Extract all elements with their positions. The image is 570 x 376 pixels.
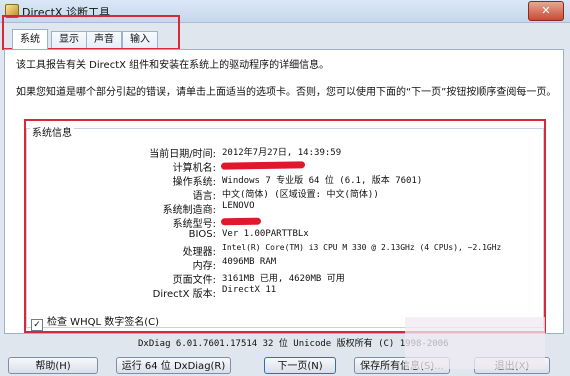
info-value: 2012年7月27日, 14:39:59 — [222, 148, 342, 158]
whql-label: 检查 WHQL 数字签名(C) — [47, 317, 159, 328]
info-key: 页面文件: — [172, 275, 216, 286]
info-row-language: 语言: 中文(简体) (区域设置: 中文(简体)) — [0, 187, 570, 202]
info-value: Intel(R) Core(TM) i3 CPU M 330 @ 2.13GHz… — [222, 243, 502, 252]
info-row-os: 操作系统: Windows 7 专业版 64 位 (6.1, 版本 7601) — [0, 173, 570, 188]
info-row-model: 系统型号: — [0, 215, 570, 230]
info-key: 处理器: — [182, 247, 216, 258]
close-button[interactable]: ✕ — [528, 1, 564, 21]
redaction-mark — [220, 161, 306, 170]
next-page-button[interactable]: 下一页(N) — [264, 357, 336, 374]
info-value: 4096MB RAM — [222, 257, 277, 267]
info-key: 操作系统: — [172, 177, 216, 188]
info-key: 当前日期/时间: — [149, 149, 216, 160]
info-row-bios: BIOS: Ver 1.00PARTTBLx — [0, 229, 570, 243]
watermark-overlay — [405, 317, 545, 369]
info-value: DirectX 11 — [222, 285, 277, 295]
help-button[interactable]: 帮助(H) — [8, 357, 98, 374]
tab-system[interactable]: 系统 — [12, 29, 48, 50]
tab-input[interactable]: 输入 — [122, 31, 158, 48]
info-key: DirectX 版本: — [152, 289, 216, 300]
info-row-computer-name: 计算机名: — [0, 159, 570, 174]
info-row-pagefile: 页面文件: 3161MB 已用, 4620MB 可用 — [0, 271, 570, 286]
tab-display[interactable]: 显示 — [51, 31, 87, 48]
info-row-memory: 内存: 4096MB RAM — [0, 257, 570, 272]
info-value: Windows 7 专业版 64 位 (6.1, 版本 7601) — [222, 176, 423, 186]
info-row-processor: 处理器: Intel(R) Core(TM) i3 CPU M 330 @ 2.… — [0, 243, 570, 258]
info-key: 计算机名: — [172, 163, 216, 174]
info-key: 系统制造商: — [162, 205, 216, 216]
info-row-directx: DirectX 版本: DirectX 11 — [0, 285, 570, 300]
intro-text-1: 该工具报告有关 DirectX 组件和安装在系统上的驱动程序的详细信息。 — [16, 60, 330, 71]
redaction-mark — [220, 217, 262, 226]
version-footer: DxDiag 6.01.7601.17514 32 位 Unicode 版权所有… — [138, 339, 449, 349]
whql-checkbox[interactable]: ✓ 检查 WHQL 数字签名(C) — [31, 313, 159, 331]
info-key: 内存: — [192, 261, 216, 272]
info-value: 3161MB 已用, 4620MB 可用 — [222, 274, 345, 284]
checkbox-checked-icon[interactable]: ✓ — [31, 319, 43, 331]
intro-text-2: 如果您知道是哪个部分引起的错误，请单击上面适当的选项卡。否则，您可以使用下面的“… — [16, 87, 557, 98]
info-value: LENOVO — [222, 201, 255, 211]
info-key: 系统型号: — [172, 219, 216, 230]
info-row-manufacturer: 系统制造商: LENOVO — [0, 201, 570, 216]
info-key: 语言: — [192, 191, 216, 202]
run-64bit-dxdiag-button[interactable]: 运行 64 位 DxDiag(R) — [116, 357, 231, 374]
info-row-datetime: 当前日期/时间: 2012年7月27日, 14:39:59 — [0, 145, 570, 160]
info-value: 中文(简体) (区域设置: 中文(简体)) — [222, 190, 379, 200]
info-value: Ver 1.00PARTTBLx — [222, 229, 309, 239]
info-key: BIOS: — [188, 229, 216, 240]
tab-sound[interactable]: 声音 — [86, 31, 122, 48]
